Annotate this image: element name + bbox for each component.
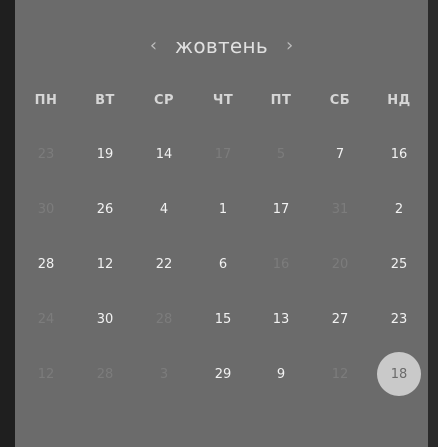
month-title[interactable]: жовтень <box>175 34 268 58</box>
day-cell[interactable]: 4 <box>142 187 186 231</box>
day-cell[interactable]: 25 <box>377 242 421 286</box>
day-cell[interactable]: 12 <box>318 352 362 396</box>
calendar-panel: ‹ жовтень › ПН ВТ СР ЧТ ПТ СБ НД 23 19 14 17 5 7 16 3… <box>15 0 428 447</box>
weekday-label: ЧТ <box>212 93 234 108</box>
day-cell[interactable]: 13 <box>259 297 303 341</box>
weekday-label: ПН <box>34 93 58 108</box>
window-edge <box>428 0 438 447</box>
weekday-header-row: ПН ВТ СР ЧТ ПТ СБ НД <box>15 86 428 116</box>
day-cell[interactable]: 14 <box>142 132 186 176</box>
day-cell[interactable]: 6 <box>201 242 245 286</box>
day-cell[interactable]: 30 <box>24 187 68 231</box>
day-cell[interactable]: 12 <box>24 352 68 396</box>
weekday-label: ПТ <box>270 93 292 108</box>
day-cell[interactable]: 9 <box>259 352 303 396</box>
weekday-label: СБ <box>329 93 351 108</box>
day-cell[interactable]: 17 <box>259 187 303 231</box>
day-cell[interactable]: 20 <box>318 242 362 286</box>
day-cell[interactable]: 17 <box>201 132 245 176</box>
day-cell[interactable]: 23 <box>24 132 68 176</box>
prev-month-button[interactable]: ‹ <box>146 35 161 57</box>
day-cell[interactable]: 7 <box>318 132 362 176</box>
day-cell[interactable]: 5 <box>259 132 303 176</box>
day-cell[interactable]: 16 <box>259 242 303 286</box>
day-cell[interactable]: 19 <box>83 132 127 176</box>
day-cell[interactable]: 23 <box>377 297 421 341</box>
day-cell[interactable]: 15 <box>201 297 245 341</box>
day-cell[interactable]: 12 <box>83 242 127 286</box>
day-cell[interactable]: 16 <box>377 132 421 176</box>
day-cell[interactable]: 28 <box>142 297 186 341</box>
weekday-label: НД <box>387 93 411 108</box>
day-cell[interactable]: 2 <box>377 187 421 231</box>
day-cell[interactable]: 30 <box>83 297 127 341</box>
weekday-label: ВТ <box>95 93 115 108</box>
calendar-header: ‹ жовтень › <box>15 28 428 64</box>
day-cell[interactable]: 22 <box>142 242 186 286</box>
day-cell[interactable]: 1 <box>201 187 245 231</box>
app-window: ‹ жовтень › ПН ВТ СР ЧТ ПТ СБ НД 23 19 14 17 5 7 16 3… <box>0 0 438 447</box>
day-cell[interactable]: 27 <box>318 297 362 341</box>
day-cell[interactable]: 28 <box>24 242 68 286</box>
selected-day-cell[interactable]: 18 <box>377 352 421 396</box>
day-cell[interactable]: 29 <box>201 352 245 396</box>
day-cell[interactable]: 26 <box>83 187 127 231</box>
weekday-label: СР <box>153 93 175 108</box>
day-cell[interactable]: 31 <box>318 187 362 231</box>
day-cell[interactable]: 28 <box>83 352 127 396</box>
day-cell[interactable]: 24 <box>24 297 68 341</box>
next-month-button[interactable]: › <box>282 35 297 57</box>
day-cell[interactable]: 3 <box>142 352 186 396</box>
